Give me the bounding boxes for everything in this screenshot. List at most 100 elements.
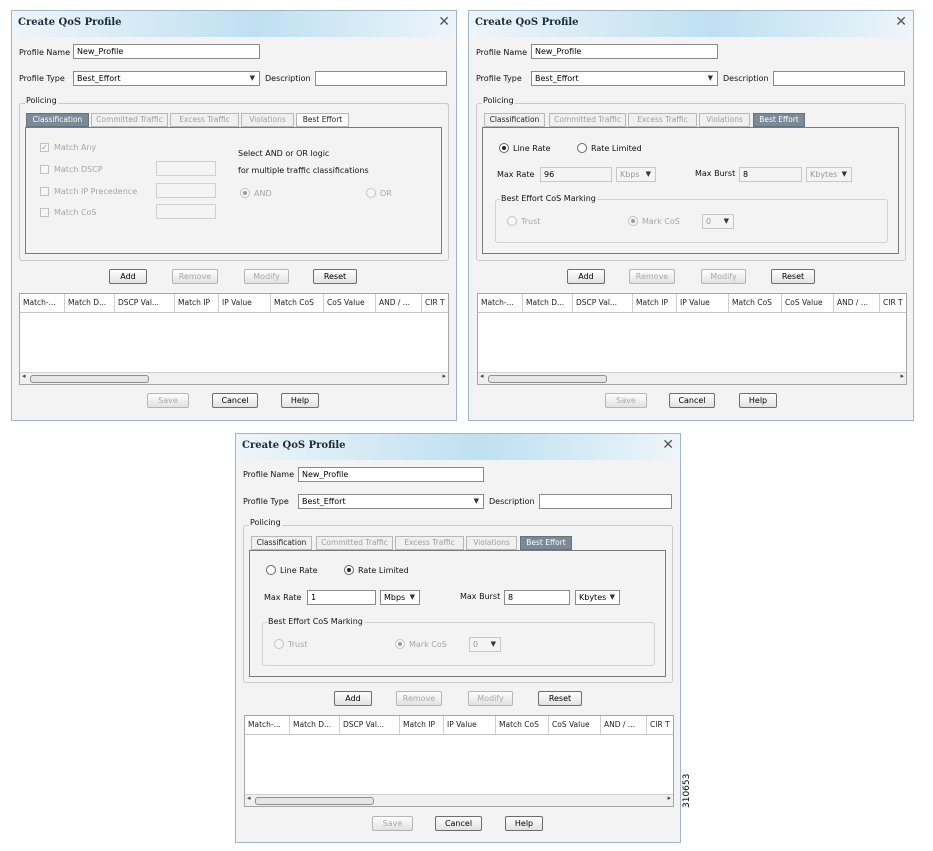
cancel-button[interactable]: Cancel <box>435 816 482 831</box>
ip-precedence-input[interactable] <box>156 183 216 198</box>
rate-limited-radio[interactable] <box>344 565 354 575</box>
modify-button[interactable]: Modify <box>244 269 289 284</box>
column-header[interactable]: Match CoS <box>271 294 324 312</box>
remove-button[interactable]: Remove <box>629 269 675 284</box>
cos-value-input[interactable] <box>156 204 216 219</box>
mark-cos-radio[interactable] <box>628 216 638 226</box>
max-rate-input[interactable] <box>307 590 376 605</box>
scroll-right-icon[interactable]: ▸ <box>900 372 904 380</box>
tab-committed-traffic[interactable]: Committed Traffic <box>91 113 168 127</box>
rate-limited-radio[interactable] <box>577 143 587 153</box>
mark-cos-radio[interactable] <box>395 639 405 649</box>
tab-best-effort[interactable]: Best Effort <box>520 536 572 550</box>
column-header[interactable]: Match-... <box>245 716 290 734</box>
horizontal-scrollbar[interactable]: ◂ ▸ <box>245 794 673 806</box>
tab-committed-traffic[interactable]: Committed Traffic <box>316 536 393 550</box>
remove-button[interactable]: Remove <box>172 269 218 284</box>
tab-classification[interactable]: Classification <box>251 536 312 550</box>
scroll-left-icon[interactable]: ◂ <box>22 372 26 380</box>
modify-button[interactable]: Modify <box>701 269 746 284</box>
modify-button[interactable]: Modify <box>468 691 513 706</box>
horizontal-scrollbar[interactable]: ◂ ▸ <box>20 372 448 384</box>
column-header[interactable]: Match D... <box>290 716 340 734</box>
scroll-thumb[interactable] <box>255 797 374 805</box>
tab-best-effort[interactable]: Best Effort <box>753 113 805 127</box>
help-button[interactable]: Help <box>739 393 777 408</box>
match-dscp-checkbox[interactable] <box>40 165 49 174</box>
match-any-checkbox[interactable]: ✓ <box>40 143 49 152</box>
max-burst-input[interactable] <box>739 167 802 182</box>
trust-radio[interactable] <box>507 216 517 226</box>
tab-violations[interactable]: Violations <box>699 113 750 127</box>
scroll-thumb[interactable] <box>30 375 149 383</box>
scroll-left-icon[interactable]: ◂ <box>247 794 251 802</box>
title-bar[interactable]: Create QoS Profile ✕ <box>236 434 680 460</box>
profile-name-input[interactable] <box>531 44 718 59</box>
description-input[interactable] <box>539 494 672 509</box>
help-button[interactable]: Help <box>281 393 319 408</box>
close-icon[interactable]: ✕ <box>895 14 907 30</box>
classification-table[interactable]: Match-... Match D... DSCP Val... Match I… <box>19 293 449 385</box>
column-header[interactable]: IP Value <box>677 294 729 312</box>
column-header[interactable]: Match-... <box>478 294 523 312</box>
column-header[interactable]: Match CoS <box>729 294 782 312</box>
reset-button[interactable]: Reset <box>538 691 582 706</box>
save-button[interactable]: Save <box>147 393 189 408</box>
dscp-value-input[interactable] <box>156 161 216 176</box>
column-header[interactable]: CoS Value <box>324 294 376 312</box>
column-header[interactable]: Match D... <box>65 294 115 312</box>
max-burst-unit-select[interactable]: Kbytes ▼ <box>575 590 620 605</box>
tab-classification[interactable]: Classification <box>26 113 89 127</box>
column-header[interactable]: CIR T <box>880 294 906 312</box>
classification-table[interactable]: Match-... Match D... DSCP Val... Match I… <box>244 715 674 807</box>
max-rate-unit-select[interactable]: Kbps ▼ <box>616 167 656 182</box>
column-header[interactable]: Match D... <box>523 294 573 312</box>
column-header[interactable]: Match IP <box>400 716 444 734</box>
profile-name-input[interactable] <box>298 467 484 482</box>
column-header[interactable]: AND / ... <box>601 716 647 734</box>
close-icon[interactable]: ✕ <box>438 14 450 30</box>
column-header[interactable]: AND / ... <box>376 294 422 312</box>
profile-type-select[interactable]: Best_Effort ▼ <box>531 71 718 86</box>
column-header[interactable]: CoS Value <box>549 716 601 734</box>
column-header[interactable]: AND / ... <box>834 294 880 312</box>
remove-button[interactable]: Remove <box>396 691 442 706</box>
column-header[interactable]: IP Value <box>219 294 271 312</box>
cancel-button[interactable]: Cancel <box>212 393 258 408</box>
column-header[interactable]: Match IP <box>633 294 677 312</box>
description-input[interactable] <box>773 71 905 86</box>
save-button[interactable]: Save <box>605 393 647 408</box>
tab-violations[interactable]: Violations <box>466 536 517 550</box>
column-header[interactable]: IP Value <box>444 716 496 734</box>
scroll-right-icon[interactable]: ▸ <box>667 794 671 802</box>
scroll-right-icon[interactable]: ▸ <box>442 372 446 380</box>
title-bar[interactable]: Create QoS Profile ✕ <box>12 11 456 37</box>
close-icon[interactable]: ✕ <box>662 437 674 453</box>
line-rate-radio[interactable] <box>266 565 276 575</box>
max-rate-input[interactable] <box>540 167 612 182</box>
max-rate-unit-select[interactable]: Mbps ▼ <box>380 590 420 605</box>
add-button[interactable]: Add <box>109 269 147 284</box>
profile-type-select[interactable]: Best_Effort ▼ <box>73 71 260 86</box>
horizontal-scrollbar[interactable]: ◂ ▸ <box>478 372 906 384</box>
reset-button[interactable]: Reset <box>771 269 815 284</box>
profile-type-select[interactable]: Best_Effort ▼ <box>298 494 484 509</box>
column-header[interactable]: Match CoS <box>496 716 549 734</box>
tab-committed-traffic[interactable]: Committed Traffic <box>549 113 626 127</box>
mark-cos-select[interactable]: 0 ▼ <box>469 637 501 652</box>
save-button[interactable]: Save <box>372 816 413 831</box>
trust-radio[interactable] <box>274 639 284 649</box>
reset-button[interactable]: Reset <box>313 269 357 284</box>
scroll-thumb[interactable] <box>488 375 607 383</box>
column-header[interactable]: Match IP <box>175 294 219 312</box>
tab-excess-traffic[interactable]: Excess Traffic <box>628 113 697 127</box>
tab-classification[interactable]: Classification <box>484 113 545 127</box>
line-rate-radio[interactable] <box>499 143 509 153</box>
max-burst-unit-select[interactable]: Kbytes ▼ <box>806 167 852 182</box>
column-header[interactable]: Match-... <box>20 294 65 312</box>
help-button[interactable]: Help <box>505 816 543 831</box>
cancel-button[interactable]: Cancel <box>669 393 715 408</box>
match-ip-precedence-checkbox[interactable] <box>40 187 49 196</box>
column-header[interactable]: CIR T <box>422 294 448 312</box>
match-cos-checkbox[interactable] <box>40 208 49 217</box>
